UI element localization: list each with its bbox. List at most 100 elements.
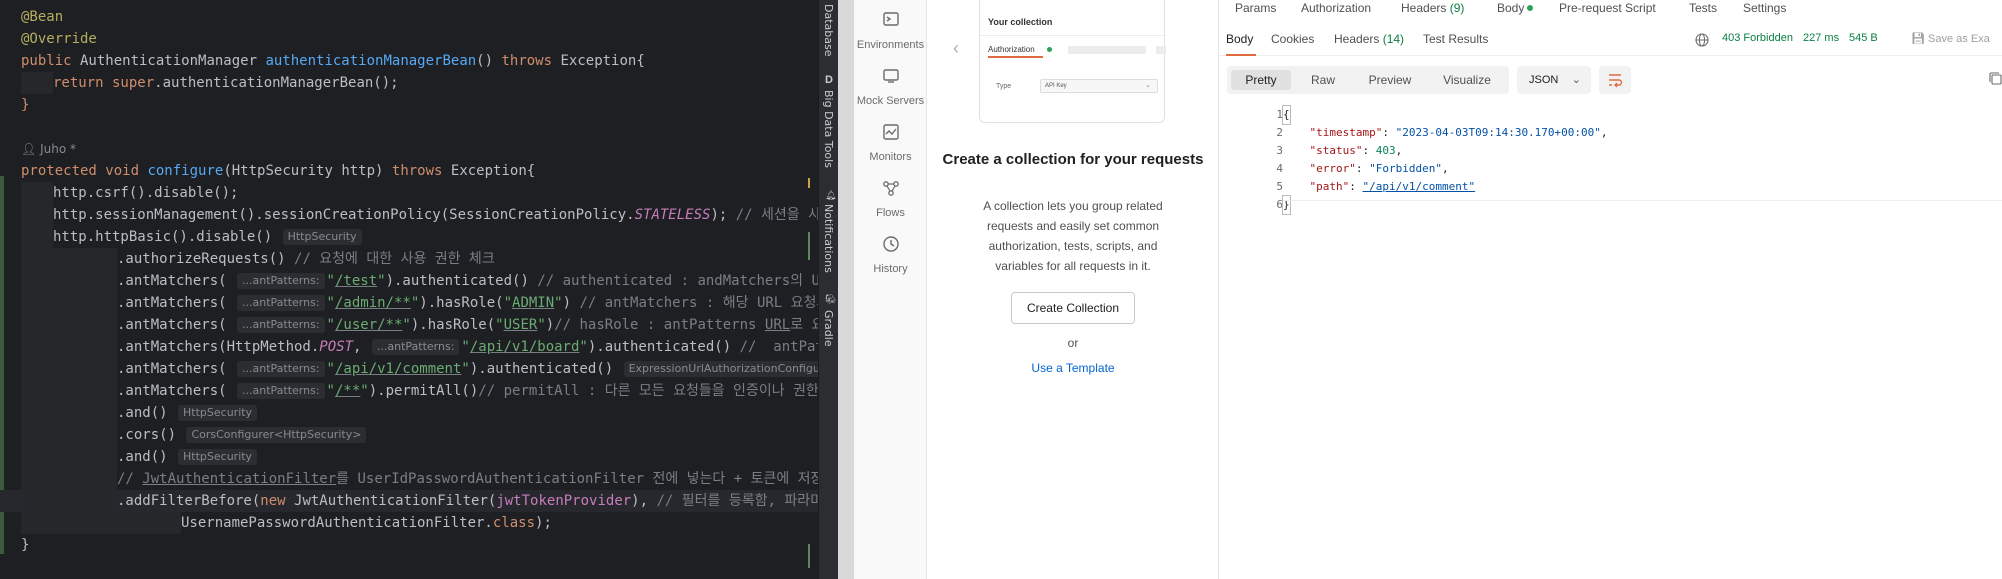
response-time[interactable]: 227 ms	[1803, 32, 1839, 44]
view-pretty[interactable]: Pretty	[1231, 70, 1291, 90]
view-mode-tabs: Pretty Raw Preview Visualize	[1227, 66, 1509, 94]
nav-label: Mock Servers	[856, 95, 925, 107]
code-line: http.httpBasic().disable() HttpSecurity	[0, 226, 818, 248]
gradle-icon: 🐘︎	[825, 294, 837, 304]
collection-description: A collection lets you group related requ…	[983, 199, 1163, 273]
code-editor[interactable]: @Bean @Override public AuthenticationMan…	[0, 0, 818, 579]
tool-gradle[interactable]: Gradle	[822, 310, 835, 347]
or-separator: or	[1067, 336, 1079, 350]
tool-notifications[interactable]: Notifications	[822, 204, 835, 273]
scroll-marker	[808, 544, 810, 568]
status-code[interactable]: 403 Forbidden	[1722, 32, 1793, 44]
nav-history[interactable]: History	[854, 234, 927, 275]
response-tab-body[interactable]: Body	[1226, 32, 1253, 46]
code-line: .and() HttpSecurity	[0, 402, 818, 424]
json-line: 3 "status": 403,	[1276, 144, 1403, 157]
code-line: http.csrf().disable();	[0, 182, 818, 204]
view-raw[interactable]: Raw	[1295, 70, 1351, 90]
view-visualize[interactable]: Visualize	[1429, 70, 1505, 90]
response-tabs: Body Cookies Headers (14) Test Results 4…	[1219, 26, 2002, 56]
ide-tool-strip: Database D Big Data Tools 🔔︎ Notificatio…	[818, 0, 838, 579]
code-line: .authorizeRequests() // 요청에 대한 사용 권한 체크	[0, 248, 818, 270]
code-line: .cors() CorsConfigurer<HttpSecurity>	[0, 424, 818, 446]
history-icon	[882, 236, 899, 252]
response-panel: Params Authorization Headers (9) Body Pr…	[1219, 0, 2002, 579]
code-line: public AuthenticationManager authenticat…	[0, 50, 818, 72]
mock-servers-icon	[882, 69, 899, 83]
big-data-icon: D	[825, 74, 833, 86]
cors-line: .cors() CorsConfigurer<HttpSecurity>	[117, 424, 368, 446]
status-dot-icon	[1047, 47, 1052, 52]
json-line: 4 "error": "Forbidden",	[1276, 162, 1449, 175]
ant-admin-line: .antMatchers( ...antPatterns: "/admin/**"…	[117, 295, 818, 311]
chevron-left-icon[interactable]: ‹	[953, 38, 959, 59]
nav-monitors[interactable]: Monitors	[854, 122, 927, 163]
nav-environments[interactable]: Environments	[854, 10, 927, 51]
tab-settings[interactable]: Settings	[1743, 1, 1786, 15]
response-tab-headers[interactable]: Headers (14)	[1334, 32, 1404, 46]
card-type-label: Type	[996, 83, 1012, 90]
tab-headers[interactable]: Headers (9)	[1401, 1, 1464, 15]
chevron-down-icon: ⌄	[1145, 82, 1151, 89]
card-auth-tab: Authorization	[988, 45, 1035, 54]
code-line: http.sessionManagement().sessionCreation…	[0, 204, 818, 226]
notifications-icon: 🔔︎	[825, 190, 837, 200]
json-response-body[interactable]: 1{ 2 "timestamp": "2023-04-03T09:14:30.1…	[1219, 105, 2002, 215]
ant-user-line: .antMatchers( ...antPatterns: "/user/**")…	[117, 317, 818, 333]
json-line: 5 "path": "/api/v1/comment"	[1276, 180, 1476, 193]
tool-big-data[interactable]: Big Data Tools	[822, 90, 835, 168]
collection-illustration: Your collection Authorization Type API K…	[979, 0, 1166, 123]
tool-database[interactable]: Database	[822, 4, 835, 57]
code-line: .antMatchers( ...antPatterns: "/admin/**"…	[0, 292, 818, 314]
code-line: .antMatchers( ...antPatterns: "/api/v1/co…	[0, 358, 818, 380]
tab-authorization[interactable]: Authorization	[1301, 1, 1371, 15]
response-tab-test-results[interactable]: Test Results	[1423, 32, 1488, 46]
jwt-comment-line: // JwtAuthenticationFilter를 UserIdPasswo…	[117, 471, 818, 487]
code-line: .antMatchers( ...antPatterns: "/user/**")…	[0, 314, 818, 336]
format-select[interactable]: JSON ⌄	[1517, 66, 1591, 94]
environments-icon	[882, 12, 899, 26]
copy-icon[interactable]	[1989, 72, 2002, 86]
code-line: @Bean	[0, 6, 818, 28]
tab-pre-request-script[interactable]: Pre-request Script	[1559, 1, 1656, 15]
card-type-select: API Key ⌄	[1040, 79, 1158, 93]
code-line: .and() HttpSecurity	[0, 446, 818, 468]
save-response-button[interactable]: 💾︎ Save as Exa	[1911, 32, 1990, 45]
status-dot-icon	[1527, 5, 1534, 11]
code-line: .antMatchers( ...antPatterns: "/**").perm…	[0, 380, 818, 402]
path-link[interactable]: "/api/v1/comment"	[1363, 180, 1476, 193]
scroll-marker	[808, 178, 810, 188]
create-collection-button[interactable]: Create Collection	[1011, 292, 1135, 324]
monitors-icon	[882, 124, 899, 140]
tab-params[interactable]: Params	[1235, 1, 1276, 15]
collection-heading: Create a collection for your requests	[942, 151, 1204, 168]
nav-label: Monitors	[869, 151, 912, 163]
code-line: @Override	[0, 28, 818, 50]
code-line: .addFilterBefore(new JwtAuthenticationFi…	[0, 490, 818, 512]
code-line: protected void configure(HttpSecurity ht…	[0, 160, 818, 182]
and-line-2: .and() HttpSecurity	[117, 446, 259, 468]
tab-body[interactable]: Body	[1497, 1, 1534, 15]
tab-tests[interactable]: Tests	[1689, 1, 1717, 15]
response-size[interactable]: 545 B	[1849, 32, 1878, 44]
ant-comment-line: .antMatchers( ...antPatterns: "/api/v1/co…	[117, 358, 818, 380]
add-filter-line: .addFilterBefore(new JwtAuthenticationFi…	[117, 493, 818, 509]
configure-close-brace: }	[21, 537, 30, 553]
use-template-link[interactable]: Use a Template	[927, 361, 1219, 375]
scroll-marker	[808, 232, 810, 260]
nav-flows[interactable]: Flows	[854, 178, 927, 219]
save-icon: 💾︎	[1911, 33, 1925, 45]
view-preview[interactable]: Preview	[1355, 70, 1425, 90]
wrap-lines-button[interactable]	[1599, 66, 1631, 94]
code-line: .antMatchers( ...antPatterns: "/test").au…	[0, 270, 818, 292]
author-hint: 👤︎ Juho *	[21, 142, 76, 156]
json-line: 6}	[1219, 195, 2002, 215]
json-line: 1{	[1219, 105, 2002, 125]
json-line: 2 "timestamp": "2023-04-03T09:14:30.170+…	[1276, 126, 1608, 139]
nav-mock-servers[interactable]: Mock Servers	[854, 66, 927, 107]
response-tab-cookies[interactable]: Cookies	[1271, 32, 1314, 46]
globe-icon[interactable]	[1695, 33, 1709, 47]
card-title: Your collection	[988, 17, 1053, 27]
collection-panel: ‹ Your collection Authorization Type API…	[927, 0, 1219, 579]
code-line: return super.authenticationManagerBean()…	[0, 72, 818, 94]
